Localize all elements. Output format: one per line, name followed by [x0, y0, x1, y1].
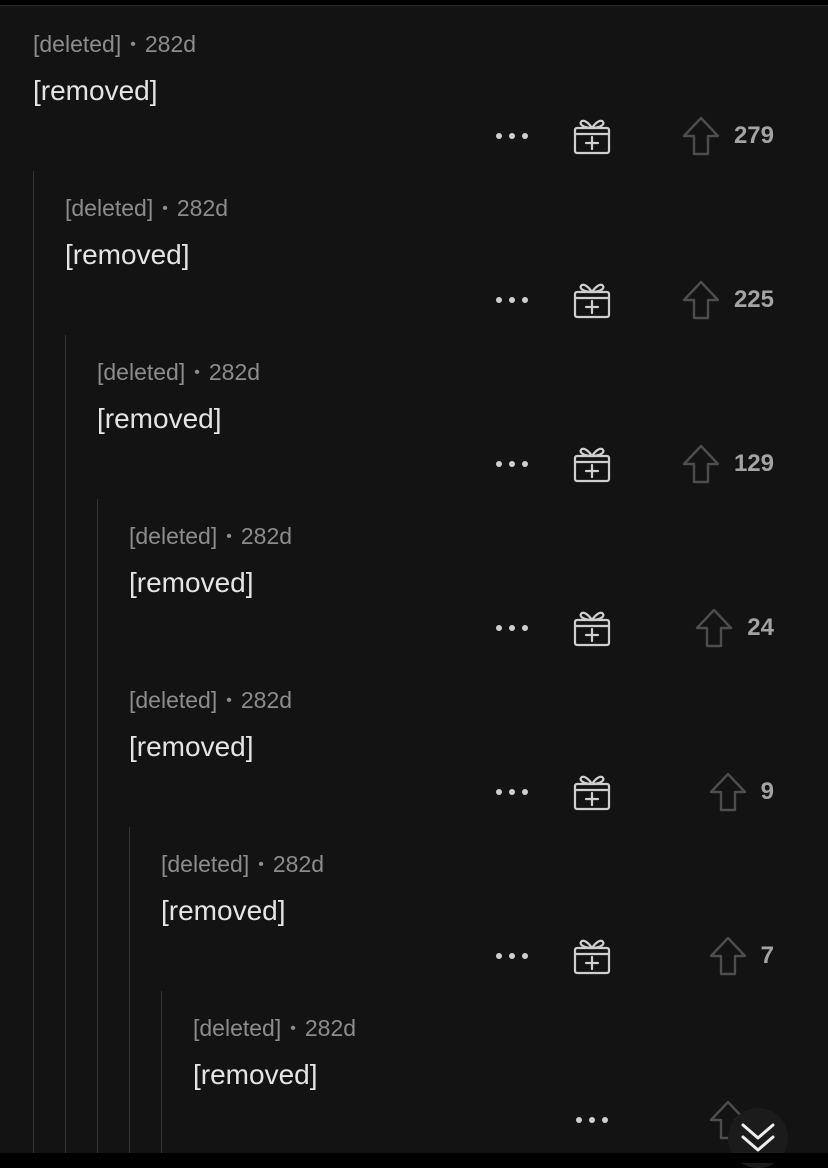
- separator-dot: •: [130, 36, 136, 53]
- award-button[interactable]: [568, 440, 616, 488]
- vote-score: 225: [733, 286, 774, 313]
- comment-age: 282d: [272, 851, 325, 877]
- vote-score: 279: [733, 122, 774, 149]
- comment-thread: [deleted] • 282d [removed] 279 [deleted] • 2…: [0, 5, 828, 1154]
- arrow-up-outline-icon: [709, 772, 746, 812]
- more-horizontal-icon: [576, 1117, 608, 1123]
- comment-body: [removed]: [161, 895, 286, 926]
- award-button[interactable]: [568, 932, 616, 980]
- vote-control: 9: [707, 768, 774, 816]
- comment-meta: [deleted] • 282d: [129, 522, 292, 551]
- separator-dot: •: [162, 200, 168, 217]
- separator-dot: •: [194, 364, 200, 381]
- gift-icon: [573, 611, 611, 647]
- comment: [deleted] • 282d [removed] 279: [0, 6, 828, 170]
- gift-icon: [573, 283, 611, 319]
- upvote-button[interactable]: [693, 606, 735, 650]
- upvote-button[interactable]: [680, 114, 722, 158]
- upvote-button[interactable]: [707, 934, 749, 978]
- more-horizontal-icon: [496, 297, 528, 303]
- comment-meta: [deleted] • 282d: [65, 194, 228, 223]
- comment-age: 282d: [304, 1015, 357, 1041]
- double-chevron-down-icon: [741, 1123, 775, 1152]
- upvote-button[interactable]: [680, 442, 722, 486]
- more-options-button[interactable]: [490, 116, 534, 156]
- bottom-edge: [0, 1153, 828, 1163]
- arrow-up-outline-icon: [682, 280, 720, 320]
- vote-score: 24: [747, 614, 774, 641]
- comment: [deleted] • 282d [removed] 129: [0, 334, 828, 498]
- comment-age: 282d: [240, 523, 293, 549]
- comment-author[interactable]: [deleted]: [33, 31, 121, 57]
- more-options-button[interactable]: [490, 280, 534, 320]
- comment: [deleted] • 282d [removed] 225: [0, 170, 828, 334]
- arrow-up-outline-icon: [709, 936, 746, 976]
- award-button[interactable]: [568, 768, 616, 816]
- comment-age: 282d: [208, 359, 261, 385]
- upvote-button[interactable]: [707, 770, 749, 814]
- comment: [deleted] • 282d [removed] 7: [0, 826, 828, 990]
- comment: [deleted]•282d [removed] 6: [0, 990, 828, 1154]
- more-options-button[interactable]: [570, 1100, 614, 1140]
- gift-icon: [573, 119, 611, 155]
- vote-score: 7: [760, 942, 774, 969]
- arrow-up-outline-icon: [682, 444, 720, 484]
- gift-icon: [573, 775, 611, 811]
- comment-author[interactable]: [deleted]: [193, 1015, 281, 1041]
- separator-dot: •: [258, 856, 264, 873]
- award-button[interactable]: [568, 276, 616, 324]
- comment-age: 282d: [240, 687, 293, 713]
- comment-body: [removed]: [129, 731, 254, 762]
- more-horizontal-icon: [496, 953, 528, 959]
- comment-author[interactable]: [deleted]: [65, 195, 153, 221]
- comment-age: 282d: [144, 31, 197, 57]
- comment: [deleted] • 282d [removed] 9: [0, 662, 828, 826]
- comment-author[interactable]: [deleted]: [129, 687, 217, 713]
- comment-body: [removed]: [97, 403, 222, 434]
- comment-meta: [deleted] • 282d: [193, 1014, 356, 1043]
- vote-control: 129: [680, 440, 774, 488]
- arrow-up-outline-icon: [682, 116, 720, 156]
- comment-author[interactable]: [deleted]: [97, 359, 185, 385]
- vote-score: 9: [760, 778, 774, 805]
- vote-control: 225: [680, 276, 774, 324]
- gift-icon: [573, 447, 611, 483]
- separator-dot: •: [226, 528, 232, 545]
- more-horizontal-icon: [496, 133, 528, 139]
- upvote-button[interactable]: [680, 278, 722, 322]
- comment-meta: [deleted] • 282d: [33, 30, 196, 59]
- separator-dot: •: [226, 692, 232, 709]
- comment-meta: [deleted] • 282d: [161, 850, 324, 879]
- comment-author[interactable]: [deleted]: [129, 523, 217, 549]
- separator-dot: •: [290, 1020, 296, 1037]
- comment-body: [removed]: [65, 239, 190, 270]
- award-button[interactable]: [568, 604, 616, 652]
- comment-body: [removed]: [193, 1059, 318, 1090]
- more-horizontal-icon: [496, 789, 528, 795]
- vote-control: 7: [707, 932, 774, 980]
- comment-body: [removed]: [129, 567, 254, 598]
- comment-age: 282d: [176, 195, 229, 221]
- arrow-up-outline-icon: [696, 608, 733, 648]
- comment-meta: [deleted] • 282d: [129, 686, 292, 715]
- vote-control: 279: [680, 112, 774, 160]
- more-horizontal-icon: [496, 625, 528, 631]
- vote-score: 129: [733, 450, 774, 477]
- comment: [deleted] • 282d [removed] 24: [0, 498, 828, 662]
- more-options-button[interactable]: [490, 772, 534, 812]
- gift-icon: [573, 939, 611, 975]
- more-options-button[interactable]: [490, 936, 534, 976]
- comment-body: [removed]: [33, 75, 158, 106]
- more-horizontal-icon: [496, 461, 528, 467]
- award-button[interactable]: [568, 112, 616, 160]
- comment-author[interactable]: [deleted]: [161, 851, 249, 877]
- vote-control: 24: [693, 604, 774, 652]
- comment-meta: [deleted] • 282d: [97, 358, 260, 387]
- more-options-button[interactable]: [490, 608, 534, 648]
- more-options-button[interactable]: [490, 444, 534, 484]
